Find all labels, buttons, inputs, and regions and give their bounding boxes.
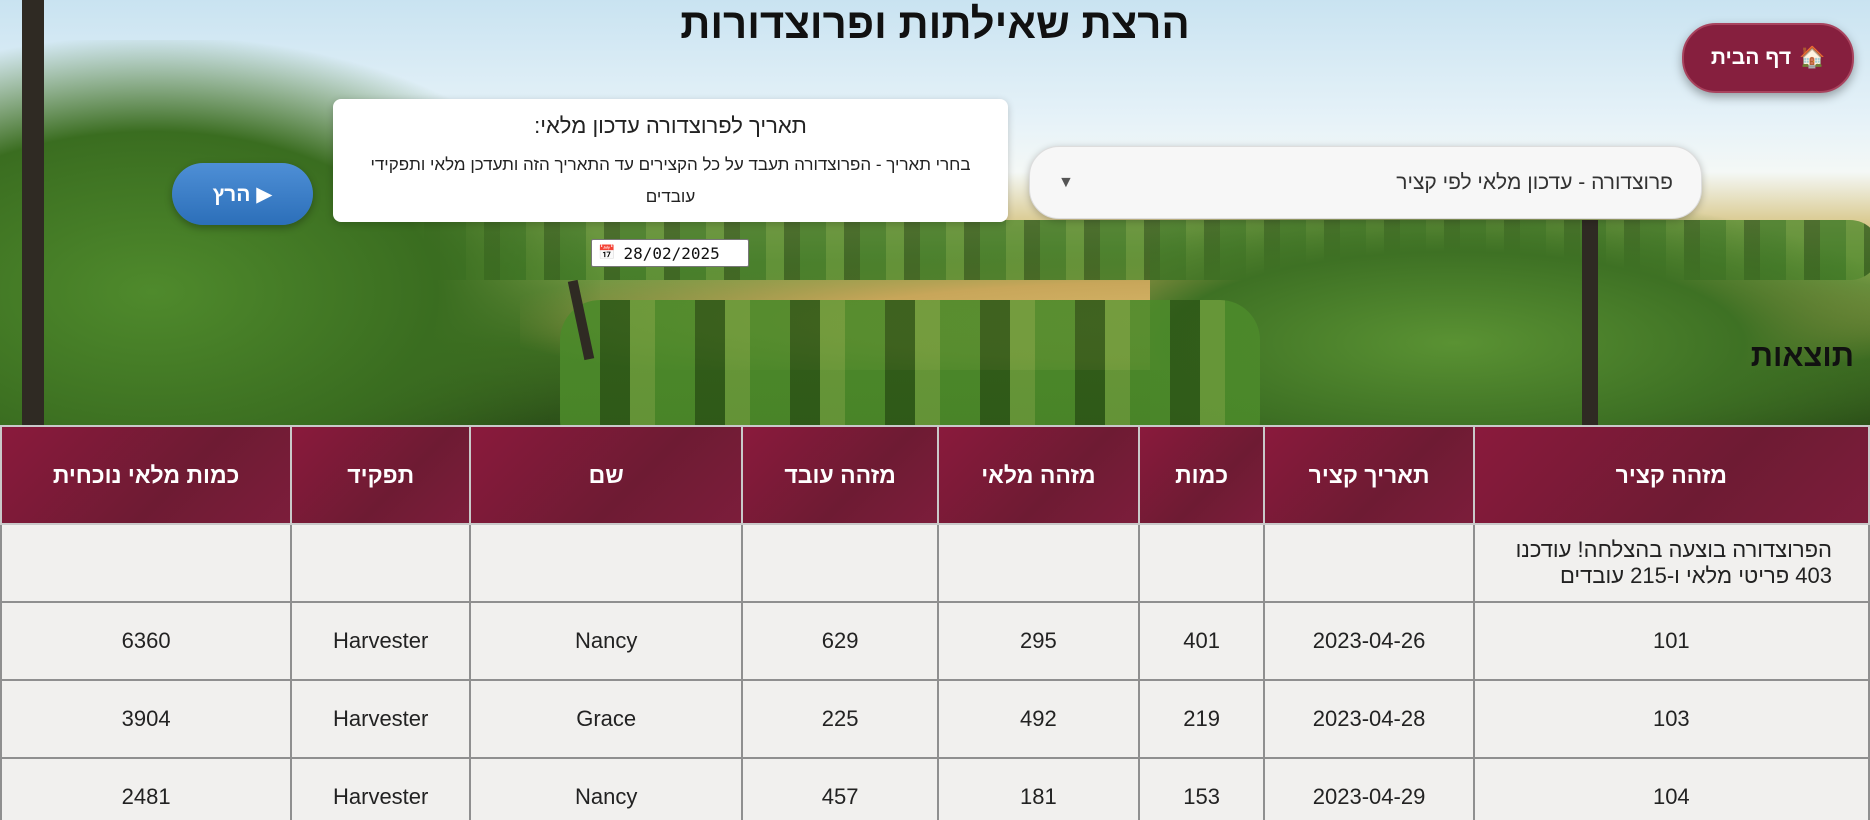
column-header: שם [469,425,744,525]
table-cell: 219 [1137,679,1266,759]
chevron-down-icon: ▼ [1058,173,1074,191]
table-cell: Nancy [469,601,744,681]
table-cell: 2023-04-26 [1263,601,1475,681]
table-cell: 225 [741,679,940,759]
table-cell: Harvester [290,601,472,681]
column-header: מזהה מלאי [937,425,1140,525]
table-cell: 2023-04-29 [1263,757,1475,820]
table-header-row: מזהה קציר תאריך קציר כמות מזהה מלאי מזהה… [0,425,1870,525]
table-cell: 3904 [0,679,293,759]
home-button[interactable]: 🏠 דף הבית [1682,23,1854,93]
results-table: מזהה קציר תאריך קציר כמות מזהה מלאי מזהה… [0,425,1870,820]
table-cell: 457 [741,757,940,820]
home-button-label: דף הבית [1710,46,1792,69]
table-cell [290,523,472,603]
table-cell: Harvester [290,679,472,759]
table-cell [741,523,940,603]
table-row: 103 2023-04-28 219 492 225 Grace Harvest… [0,679,1870,759]
table-cell: Harvester [290,757,472,820]
table-cell [0,523,293,603]
table-cell [1263,523,1475,603]
table-row-message: הפרוצדורה בוצעה בהצלחה! עודכנו 403 פריטי… [0,523,1870,603]
table-cell: 629 [741,601,940,681]
table-cell: 401 [1137,601,1266,681]
table-cell: 103 [1472,679,1870,759]
table-cell: 6360 [0,601,293,681]
run-button[interactable]: ▶ הרץ [172,163,313,225]
column-header: כמות [1137,425,1266,525]
calendar-icon[interactable]: 📅 [598,245,615,261]
table-cell: 153 [1137,757,1266,820]
date-input-value: 28/02/2025 [623,243,720,263]
table-cell: 104 [1472,757,1870,820]
table-row: 104 2023-04-29 153 181 457 Nancy Harvest… [0,757,1870,820]
results-title: תוצאות [1750,338,1854,373]
date-info-title: תאריך לפרוצדורה עדכון מלאי: [534,113,807,138]
table-cell: 2023-04-28 [1263,679,1475,759]
table-cell: Nancy [469,757,744,820]
procedure-select-value: פרוצדורה - עדכון מלאי לפי קציר [1396,170,1673,194]
column-header: תאריך קציר [1263,425,1475,525]
table-cell: 101 [1472,601,1870,681]
table-cell [1137,523,1266,603]
table-cell: 2481 [0,757,293,820]
table-cell: Grace [469,679,744,759]
date-info-card: תאריך לפרוצדורה עדכון מלאי: בחרי תאריך -… [333,99,1008,222]
table-cell: 492 [937,679,1140,759]
house-icon: 🏠 [1799,46,1826,69]
column-header: מזהה עובד [741,425,940,525]
table-cell: 295 [937,601,1140,681]
results-table-container: מזהה קציר תאריך קציר כמות מזהה מלאי מזהה… [0,425,1870,820]
column-header: תפקיד [290,425,472,525]
table-cell [937,523,1140,603]
procedure-select[interactable]: פרוצדורה - עדכון מלאי לפי קציר ▼ [1029,146,1702,219]
date-input[interactable]: 📅 28/02/2025 [591,239,749,267]
table-row: 101 2023-04-26 401 295 629 Nancy Harvest… [0,601,1870,681]
date-info-description: בחרי תאריך - הפרוצדורה תעבד על כל הקצירי… [370,155,971,206]
column-header: כמות מלאי נוכחית [0,425,293,525]
page-title: הרצת שאילתות ופרוצדורות [680,0,1190,47]
column-header: מזהה קציר [1472,425,1870,525]
success-message: הפרוצדורה בוצעה בהצלחה! עודכנו 403 פריטי… [1472,523,1870,603]
table-cell: 181 [937,757,1140,820]
table-cell [469,523,744,603]
